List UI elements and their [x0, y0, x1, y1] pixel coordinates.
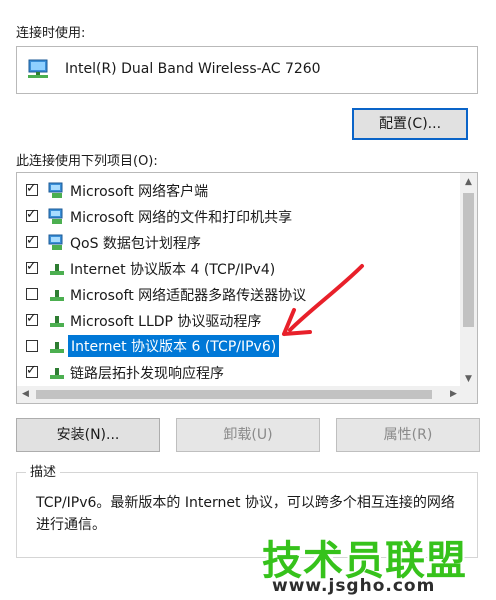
uninstall-button[interactable]: 卸载(U)	[176, 418, 320, 452]
list-item[interactable]: ✓ 链路层拓扑发现响应程序	[17, 359, 463, 385]
items-label: 此连接使用下列项目(O):	[16, 154, 158, 169]
protocol-icon	[50, 290, 64, 301]
checkbox[interactable]: ✓	[26, 363, 38, 378]
item-label: QoS 数据包计划程序	[70, 236, 201, 252]
item-label: Internet 协议版本 6 (TCP/IPv6)	[68, 335, 280, 357]
checkbox[interactable]	[26, 288, 38, 300]
check-mark-icon: ✓	[26, 363, 37, 378]
list-item[interactable]: ✓ Internet 协议版本 4 (TCP/IPv4)	[17, 255, 463, 281]
item-label: Microsoft 网络客户端	[70, 184, 209, 200]
list-item[interactable]: ✓ Microsoft 网络的文件和打印机共享	[17, 203, 463, 229]
install-button[interactable]: 安装(N)...	[16, 418, 160, 452]
protocol-icon	[50, 368, 64, 379]
protocol-icon	[50, 316, 64, 327]
checkbox[interactable]: ✓	[26, 259, 38, 274]
list-item[interactable]: Microsoft 网络适配器多路传送器协议	[17, 281, 463, 307]
checkbox[interactable]: ✓	[26, 311, 38, 326]
item-label: Microsoft LLDP 协议驱动程序	[70, 314, 262, 330]
list-item[interactable]: ✓ Microsoft LLDP 协议驱动程序	[17, 307, 463, 333]
list-item[interactable]: ✓ QoS 数据包计划程序	[17, 229, 463, 255]
adapter-field: Intel(R) Dual Band Wireless-AC 7260	[16, 46, 478, 94]
check-mark-icon: ✓	[26, 233, 37, 248]
description-title: 描述	[26, 461, 61, 480]
horizontal-scrollbar[interactable]: ◀ ▶	[17, 386, 462, 403]
properties-button[interactable]: 属性(R)	[336, 418, 480, 452]
red-arrow-annotation-icon	[282, 264, 364, 336]
protocol-icon	[50, 342, 64, 353]
check-mark-icon: ✓	[26, 259, 37, 274]
item-label: 链路层拓扑发现响应程序	[70, 366, 224, 382]
qos-scheduler-icon	[48, 234, 63, 250]
scroll-left-icon[interactable]: ◀	[17, 389, 34, 399]
item-label: Internet 协议版本 4 (TCP/IPv4)	[70, 262, 276, 278]
connect-using-label: 连接时使用:	[16, 26, 86, 41]
file-printer-sharing-icon	[48, 208, 63, 224]
check-mark-icon: ✓	[26, 311, 37, 326]
protocol-icon	[50, 264, 64, 275]
configure-button[interactable]: 配置(C)...	[352, 108, 468, 140]
adapter-name: Intel(R) Dual Band Wireless-AC 7260	[65, 61, 321, 77]
list-item[interactable]: ✓ Microsoft 网络客户端	[17, 177, 463, 203]
items-list[interactable]: ✓ Microsoft 网络客户端 ✓ Microsoft 网络的文件和打印机共…	[16, 172, 478, 404]
scrollbar-corner	[460, 386, 477, 403]
item-label: Microsoft 网络的文件和打印机共享	[70, 210, 293, 226]
checkbox[interactable]: ✓	[26, 207, 38, 222]
scroll-down-icon[interactable]: ▼	[460, 374, 477, 384]
checkbox[interactable]: ✓	[26, 181, 38, 196]
network-client-icon	[48, 182, 63, 198]
checkbox[interactable]	[26, 340, 38, 352]
network-adapter-icon	[28, 59, 48, 78]
vertical-scrollbar[interactable]: ▲ ▼	[460, 173, 477, 386]
check-mark-icon: ✓	[26, 181, 37, 196]
watermark-url: www.jsgho.com	[272, 576, 436, 596]
checkbox[interactable]: ✓	[26, 233, 38, 248]
horizontal-scroll-thumb[interactable]	[36, 390, 432, 399]
scroll-up-icon[interactable]: ▲	[460, 177, 477, 187]
vertical-scroll-thumb[interactable]	[463, 193, 474, 327]
check-mark-icon: ✓	[26, 207, 37, 222]
list-item-selected[interactable]: Internet 协议版本 6 (TCP/IPv6)	[17, 333, 463, 359]
